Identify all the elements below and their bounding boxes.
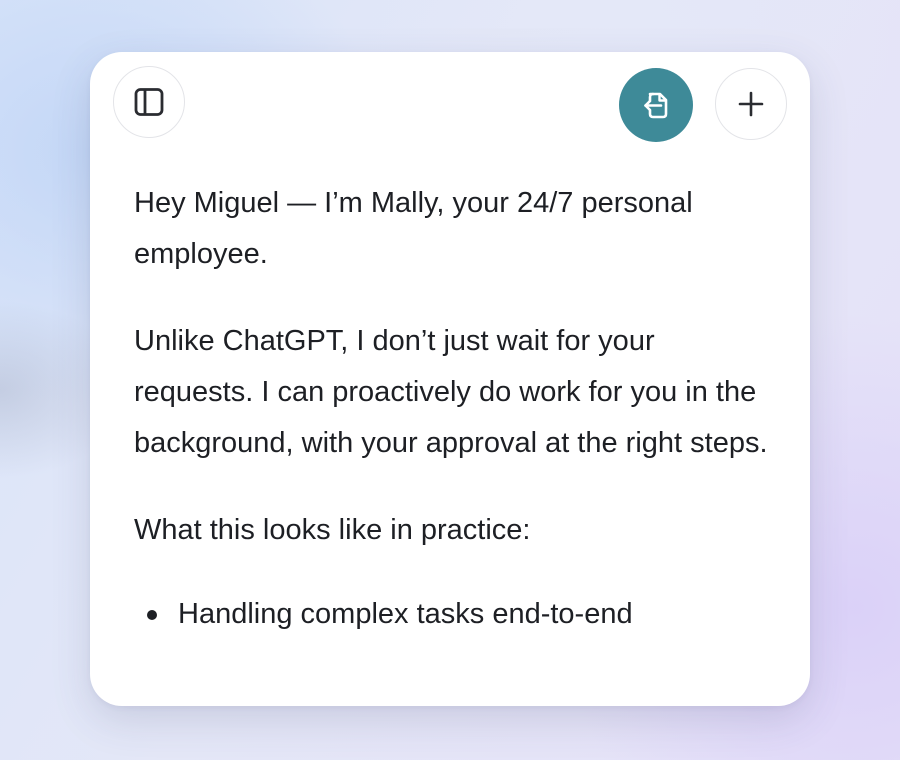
assistant-message: Hey Miguel — I’m Mally, your 24/7 person… <box>134 178 774 640</box>
bullet-list: Handling complex tasks end-to-end <box>134 589 774 640</box>
bullet-item: Handling complex tasks end-to-end <box>134 589 774 640</box>
export-document-icon <box>639 88 673 122</box>
export-button[interactable] <box>619 68 693 142</box>
sidebar-toggle-button[interactable] <box>113 66 185 138</box>
greeting-text: Hey Miguel — I’m Mally, your 24/7 person… <box>134 187 693 270</box>
practice-heading: What this looks like in practice: <box>134 514 531 546</box>
bullet-text: Handling complex tasks end-to-end <box>178 598 633 630</box>
plus-icon <box>736 89 766 119</box>
bullet-dot <box>147 610 157 620</box>
chat-window: Hey Miguel — I’m Mally, your 24/7 person… <box>90 52 810 706</box>
new-chat-button[interactable] <box>715 68 787 140</box>
description-text: Unlike ChatGPT, I don’t just wait for yo… <box>134 325 768 459</box>
sidebar-toggle-icon <box>132 85 166 119</box>
